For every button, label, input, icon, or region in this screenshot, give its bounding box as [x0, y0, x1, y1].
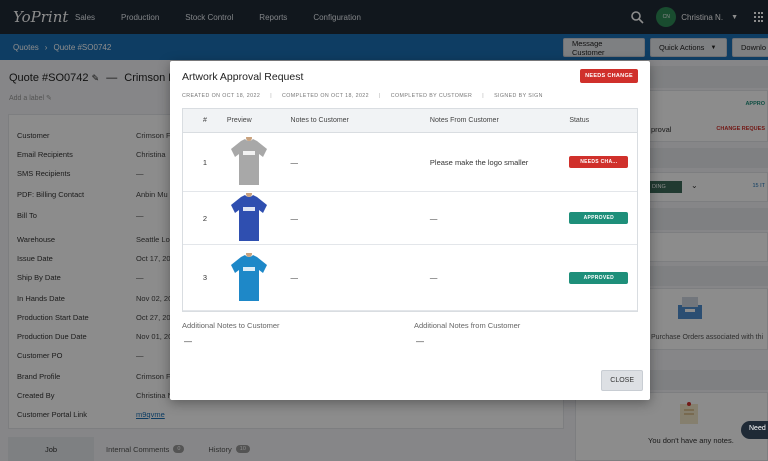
notes-to-customer: —: [290, 273, 299, 282]
completed-by: COMPLETED BY CUSTOMER: [390, 93, 473, 99]
artwork-approval-modal: Artwork Approval Request NEEDS CHANGE CR…: [170, 61, 650, 400]
preview-cell: [227, 193, 291, 243]
meta-separator: |: [379, 93, 381, 99]
table-row: 3 — — APPROVED: [183, 245, 637, 311]
table-row: 1 — Please make the logo smaller NEEDS CHA.…: [183, 133, 637, 192]
col-notes-from: Notes From Customer: [429, 117, 499, 124]
approval-table: # Preview Notes to Customer Notes From C…: [182, 108, 638, 312]
notes-to-customer: —: [290, 157, 299, 167]
col-number: #: [202, 117, 207, 124]
table-body: 1 — Please make the logo smaller NEEDS CHA.…: [183, 133, 637, 311]
additional-notes-to-value: —: [184, 337, 192, 346]
completed-on: COMPLETED ON OCT 18, 2022: [281, 93, 369, 99]
table-row: 2 — — APPROVED: [183, 192, 637, 245]
status-cell: APPROVED: [569, 271, 637, 284]
need-help-button[interactable]: Need: [741, 421, 768, 439]
signed-by: SIGNED BY SIGN: [494, 93, 543, 99]
status-badge[interactable]: APPROVED: [569, 271, 629, 284]
col-notes-to: Notes to Customer: [290, 117, 349, 124]
preview-cell: [227, 137, 291, 187]
row-number: 1: [202, 157, 207, 167]
shirt-preview-image[interactable]: [227, 252, 271, 303]
meta-separator: |: [482, 93, 485, 99]
table-header: # Preview Notes to Customer Notes From C…: [183, 109, 637, 133]
preview-cell: [227, 252, 291, 303]
modal-title: Artwork Approval Request: [182, 71, 304, 83]
status-badge[interactable]: APPROVED: [569, 212, 629, 224]
notes-from-customer: Please make the logo smaller: [429, 157, 529, 167]
additional-notes-from-value: —: [416, 337, 424, 346]
status-cell: NEEDS CHA...: [569, 156, 637, 168]
col-status: Status: [569, 117, 590, 124]
notes-from-customer: —: [429, 213, 438, 223]
row-number: 2: [202, 213, 207, 223]
approval-meta: CREATED ON OCT 18, 2022 | COMPLETED ON O…: [182, 93, 543, 99]
close-button[interactable]: CLOSE: [601, 370, 643, 391]
col-preview: Preview: [226, 117, 252, 124]
additional-notes-to-label: Additional Notes to Customer: [182, 321, 280, 330]
shirt-preview-image[interactable]: [227, 137, 271, 187]
status-badge: NEEDS CHANGE: [580, 69, 638, 83]
additional-notes-from-label: Additional Notes from Customer: [414, 321, 521, 330]
notes-to-customer: —: [290, 213, 299, 223]
status-cell: APPROVED: [569, 212, 637, 224]
row-number: 3: [202, 273, 207, 282]
notes-from-customer: —: [429, 273, 438, 282]
meta-separator: |: [270, 93, 272, 99]
created-on: CREATED ON OCT 18, 2022: [182, 93, 261, 99]
shirt-preview-image[interactable]: [227, 193, 271, 243]
status-badge[interactable]: NEEDS CHA...: [569, 156, 629, 168]
